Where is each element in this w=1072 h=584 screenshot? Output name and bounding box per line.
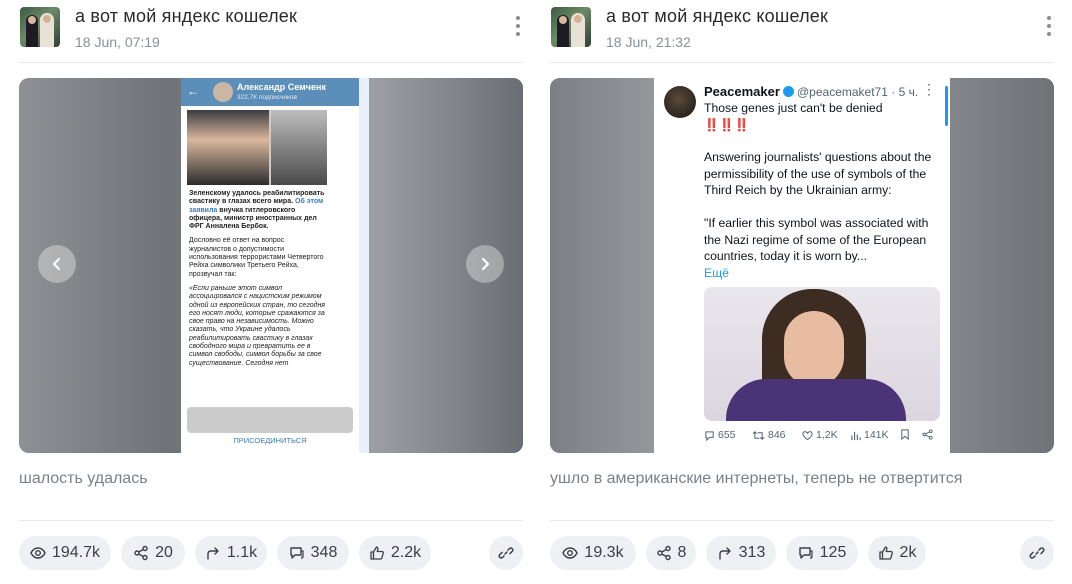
tweet-more-link: Ещё bbox=[704, 265, 729, 280]
media-gallery[interactable]: ← Александр Семченк 322,7К подписчиков З… bbox=[19, 78, 523, 453]
post-caption: шалость удалась bbox=[19, 470, 148, 487]
forward-arrow-icon bbox=[207, 547, 219, 560]
post-caption: ушло в американские интернеты, теперь не… bbox=[550, 470, 963, 487]
post-stats: 194.7k 20 1.1k 348 2.2k bbox=[19, 536, 523, 570]
tg-side-panel bbox=[359, 78, 369, 453]
shares-count: 8 bbox=[677, 544, 687, 561]
media-image[interactable]: Peacemaker @peacemaket71 · 5 ч. ⋮ Those … bbox=[550, 78, 1054, 453]
tg-para2: Дословно её ответ на вопрос журналистов … bbox=[189, 237, 324, 278]
post-date: 18 Jun, 21:32 bbox=[606, 34, 691, 50]
tg-text: Зеленскому удалось реабилитировать сваст… bbox=[189, 190, 327, 374]
thumbs-up-icon bbox=[878, 546, 893, 560]
link-icon bbox=[1029, 547, 1045, 559]
tg-subscribers: 322,7К подписчиков bbox=[237, 94, 297, 101]
tweet-line-1: Those genes just can't be denied bbox=[704, 101, 883, 115]
retweet-icon: 846 bbox=[752, 429, 786, 441]
forwards-count: 1.1k bbox=[226, 544, 258, 561]
post-date: 18 Jun, 07:19 bbox=[75, 34, 160, 50]
forwards-count: 313 bbox=[738, 544, 766, 561]
blur-overlay bbox=[187, 407, 353, 433]
channel-title[interactable]: а вот мой яндекс кошелек bbox=[606, 6, 828, 27]
post-header: а вот мой яндекс кошелек 18 Jun, 07:19 bbox=[19, 0, 523, 60]
tweet-actions: 655 846 1,2K 141K bbox=[704, 429, 940, 445]
likes-count: 2k bbox=[899, 544, 917, 561]
channel-title[interactable]: а вот мой яндекс кошелек bbox=[75, 6, 297, 27]
divider bbox=[550, 62, 1054, 63]
views-counter[interactable]: 194.7k bbox=[19, 536, 111, 570]
tg-join-button: ПРИСОЕДИНИТЬСЯ bbox=[233, 436, 307, 445]
likes-counter[interactable]: 2k bbox=[868, 536, 926, 570]
scrollbar bbox=[945, 86, 948, 126]
channel-avatar[interactable] bbox=[20, 7, 60, 47]
comment-icon bbox=[289, 547, 304, 559]
divider bbox=[550, 520, 1054, 521]
tweet-line-4: "If earlier this symbol was associated w… bbox=[704, 215, 929, 264]
bookmark-icon bbox=[900, 429, 910, 440]
forward-arrow-icon bbox=[718, 547, 731, 560]
tweet-line-3: Answering journalists' questions about t… bbox=[704, 150, 932, 198]
tweet-text: Those genes just can't be denied ‼️‼️‼️ … bbox=[704, 100, 934, 281]
copy-link-button[interactable] bbox=[489, 536, 523, 570]
verified-icon bbox=[782, 86, 794, 97]
tweet-author-name: Peacemaker bbox=[704, 84, 794, 99]
chevron-left-icon bbox=[52, 257, 61, 271]
post-header: а вот мой яндекс кошелек 18 Jun, 21:32 bbox=[550, 0, 1054, 60]
forwards-counter[interactable]: 313 bbox=[706, 536, 776, 570]
kebab-menu-icon[interactable] bbox=[1046, 16, 1052, 40]
views-counter[interactable]: 19.3k bbox=[550, 536, 636, 570]
share-nodes-icon bbox=[134, 545, 148, 561]
tweet-handle: @peacemaket71 · 5 ч. bbox=[797, 85, 919, 99]
comments-count: 125 bbox=[819, 544, 847, 561]
tg-para3: «Если раньше этот символ ассоциировался … bbox=[189, 284, 326, 367]
back-arrow-icon: ← bbox=[187, 84, 199, 98]
avatar bbox=[213, 82, 233, 102]
tweet-screenshot: Peacemaker @peacemaket71 · 5 ч. ⋮ Those … bbox=[654, 78, 950, 453]
share-nodes-icon bbox=[656, 545, 671, 561]
thumbs-up-icon bbox=[370, 546, 384, 560]
likes-counter[interactable]: 2.2k bbox=[359, 536, 431, 570]
post-stats: 19.3k 8 313 125 2k bbox=[550, 536, 1054, 570]
views-count: 194.7k bbox=[51, 544, 101, 561]
shares-count: 20 bbox=[155, 544, 173, 561]
reply-icon: 655 bbox=[704, 429, 736, 441]
link-icon bbox=[498, 547, 514, 559]
shares-counter[interactable]: 8 bbox=[646, 536, 696, 570]
eye-icon bbox=[562, 547, 579, 559]
kebab-menu-icon[interactable] bbox=[515, 16, 521, 40]
telegram-screenshot: ← Александр Семченк 322,7К подписчиков З… bbox=[181, 78, 359, 453]
more-icon: ⋮ bbox=[922, 81, 936, 97]
comment-icon bbox=[798, 547, 813, 559]
tg-photo bbox=[187, 110, 327, 185]
shares-counter[interactable]: 20 bbox=[121, 536, 185, 570]
channel-avatar[interactable] bbox=[551, 7, 591, 47]
avatar bbox=[664, 86, 696, 118]
tweet-photo bbox=[704, 287, 940, 421]
likes-count: 2.2k bbox=[390, 544, 422, 561]
like-icon: 1,2K bbox=[802, 429, 838, 441]
comments-counter[interactable]: 125 bbox=[786, 536, 858, 570]
eye-icon bbox=[30, 547, 46, 559]
post-card-1: а вот мой яндекс кошелек 18 Jun, 07:19 ←… bbox=[19, 0, 523, 584]
divider bbox=[19, 520, 523, 521]
chevron-right-icon bbox=[481, 257, 490, 271]
post-card-2: а вот мой яндекс кошелек 18 Jun, 21:32 P… bbox=[550, 0, 1054, 584]
comments-count: 348 bbox=[310, 544, 338, 561]
views-count: 19.3k bbox=[584, 544, 624, 561]
forwards-counter[interactable]: 1.1k bbox=[195, 536, 267, 570]
share-icon bbox=[922, 429, 933, 440]
comments-counter[interactable]: 348 bbox=[277, 536, 349, 570]
views-chart-icon: 141K bbox=[850, 429, 889, 441]
copy-link-button[interactable] bbox=[1020, 536, 1054, 570]
gallery-prev-button[interactable] bbox=[38, 245, 76, 283]
divider bbox=[19, 62, 523, 63]
gallery-next-button[interactable] bbox=[466, 245, 504, 283]
tg-channel-name: Александр Семченк bbox=[237, 82, 326, 92]
tweet-line-2: ‼️‼️‼️ bbox=[704, 117, 750, 132]
